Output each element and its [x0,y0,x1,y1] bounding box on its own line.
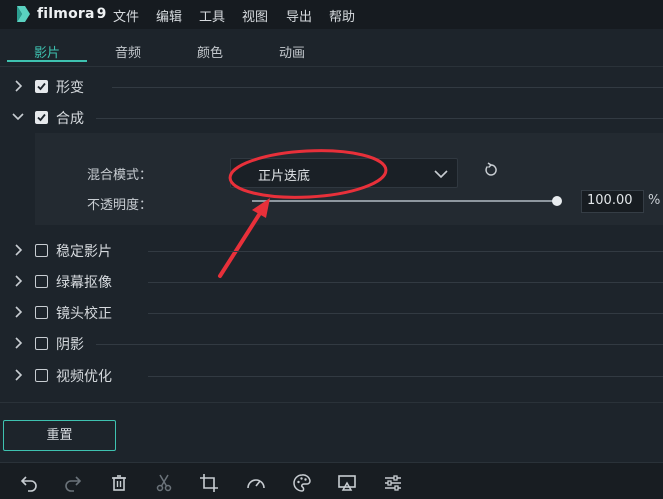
section-label: 镜头校正 [56,306,112,322]
screen-icon[interactable] [337,473,357,493]
section-composite[interactable]: 合成 [0,104,663,132]
section-label: 形变 [56,80,84,96]
section-divider [96,344,663,345]
menu-export[interactable]: 导出 [286,6,312,25]
app-logo: filmora 9 [14,5,107,23]
menu-file[interactable]: 文件 [113,6,139,25]
app-logo-text: filmora 9 [37,6,107,22]
tab-color[interactable]: 颜色 [180,42,240,61]
blend-mode-value: 正片迭底 [258,169,311,184]
section-label: 视频优化 [56,369,112,385]
trash-icon[interactable] [109,473,129,493]
transform-checkbox[interactable] [35,80,48,93]
section-divider [148,313,663,314]
lens-correction-checkbox[interactable] [35,306,48,319]
stabilization-checkbox[interactable] [35,244,48,257]
section-label: 稳定影片 [56,244,112,260]
scissors-icon[interactable] [154,473,174,493]
chevron-down-icon [434,170,448,179]
chevron-down-icon[interactable] [11,110,25,124]
menu-view[interactable]: 视图 [242,6,268,25]
section-divider [96,118,663,119]
chevron-right-icon[interactable] [11,274,25,288]
adjust-icon[interactable] [383,473,403,493]
section-transform[interactable]: 形变 [0,73,663,101]
composite-checkbox[interactable] [35,111,48,124]
menu-edit[interactable]: 编辑 [156,6,182,25]
section-shadow[interactable]: 阴影 [0,330,663,358]
blend-mode-label: 混合模式： [87,168,153,183]
tab-video[interactable]: 影片 [17,42,77,61]
redo-icon[interactable] [63,473,83,493]
crop-icon[interactable] [199,473,219,493]
opacity-label: 不透明度： [87,198,153,213]
section-chroma-key[interactable]: 绿幕抠像 [0,268,663,296]
color-palette-icon[interactable] [292,473,312,493]
chevron-right-icon[interactable] [11,368,25,382]
active-tab-indicator [7,60,87,62]
undo-icon[interactable] [19,473,39,493]
chevron-right-icon[interactable] [11,336,25,350]
section-label: 阴影 [56,337,84,353]
speed-icon[interactable] [246,473,266,493]
section-label: 合成 [56,111,84,127]
section-divider [148,282,663,283]
section-divider [112,87,663,88]
shadow-checkbox[interactable] [35,337,48,350]
section-stabilization[interactable]: 稳定影片 [0,237,663,265]
section-lens-correction[interactable]: 镜头校正 [0,299,663,327]
chevron-right-icon[interactable] [11,305,25,319]
opacity-input[interactable]: 100.00 [581,190,644,213]
blend-mode-dropdown[interactable]: 正片迭底 [230,158,458,188]
filmora-logo-icon [17,6,30,22]
section-video-enhance[interactable]: 视频优化 [0,362,663,390]
section-divider [148,251,663,252]
footer-divider [0,402,663,403]
menu-tools[interactable]: 工具 [199,6,225,25]
tab-animation[interactable]: 动画 [262,42,322,61]
reset-icon[interactable] [483,162,499,178]
opacity-unit: % [648,193,661,208]
section-label: 绿幕抠像 [56,275,112,291]
chroma-key-checkbox[interactable] [35,275,48,288]
bottom-toolbar [0,462,663,499]
tab-divider [0,66,663,67]
opacity-slider[interactable] [252,200,557,202]
chevron-right-icon[interactable] [11,79,25,93]
section-divider [148,376,663,377]
chevron-right-icon[interactable] [11,243,25,257]
menu-help[interactable]: 帮助 [329,6,355,25]
opacity-slider-handle[interactable] [552,196,562,206]
reset-button[interactable]: 重置 [3,420,116,451]
tab-audio[interactable]: 音频 [98,42,158,61]
video-enhance-checkbox[interactable] [35,369,48,382]
